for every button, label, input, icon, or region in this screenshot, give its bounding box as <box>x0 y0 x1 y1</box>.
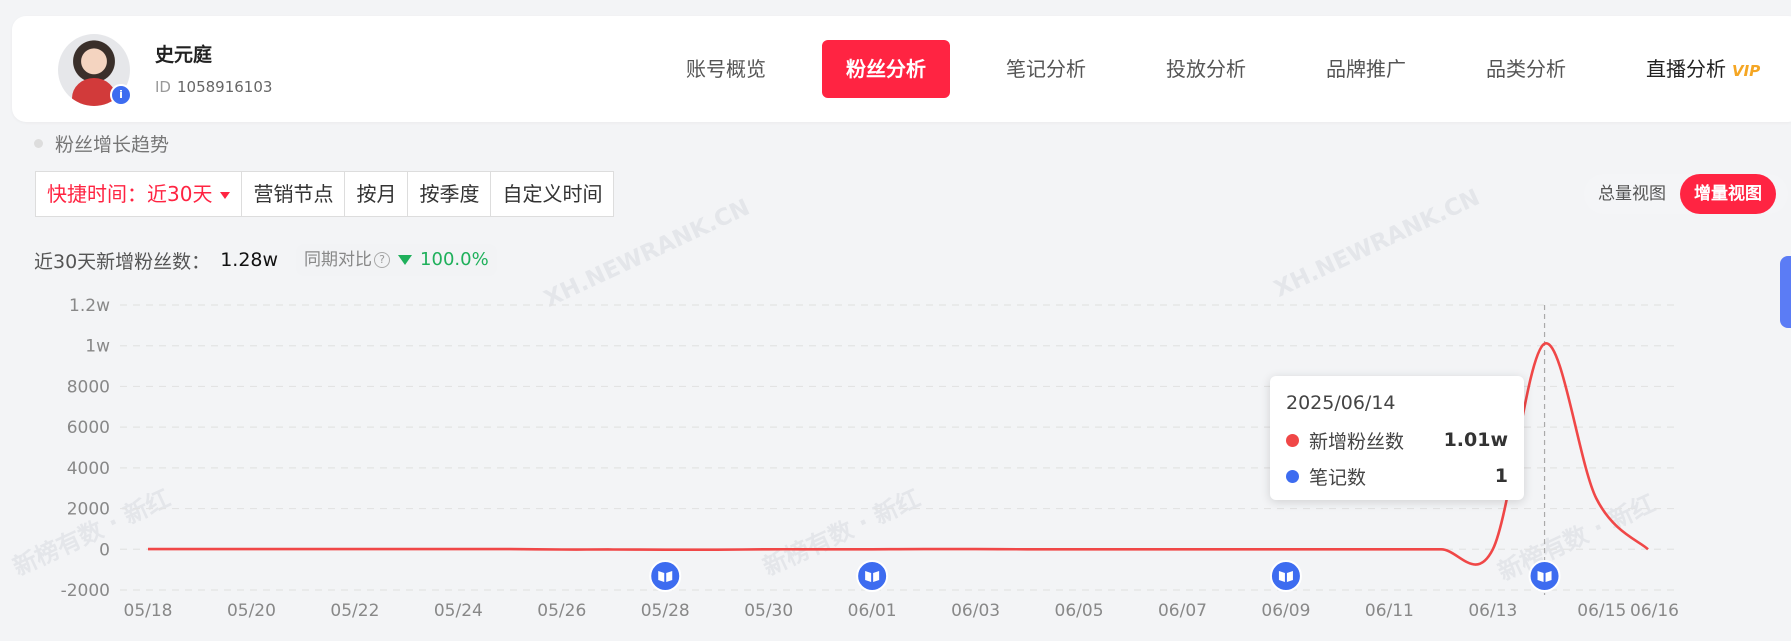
y-tick-label: 1.2w <box>69 296 110 316</box>
y-tick-label: 6000 <box>67 418 110 438</box>
note-marker-circle <box>856 560 889 592</box>
tooltip-series-name: 笔记数 <box>1309 466 1367 489</box>
verified-badge-icon: i <box>110 84 132 106</box>
account-id: ID 1058916103 <box>155 78 272 96</box>
y-tick-label: 0 <box>99 540 110 560</box>
x-tick-label: 06/03 <box>951 601 1000 621</box>
x-tick-label: 06/15 <box>1577 601 1626 621</box>
note-marker-icon <box>856 560 889 592</box>
x-tick-label: 05/30 <box>744 601 793 621</box>
note-marker-circle <box>1269 560 1302 592</box>
watermark-text: 新榜有数 · 新红 <box>1494 489 1660 586</box>
note-marker-icon <box>649 560 682 592</box>
x-tick-label: 05/28 <box>641 601 690 621</box>
y-tick-label: 2000 <box>67 500 110 520</box>
section-title-text: 粉丝增长趋势 <box>55 134 170 156</box>
filter-by-quarter[interactable]: 按季度 <box>408 172 492 216</box>
x-tick-label: 05/22 <box>330 601 379 621</box>
tooltip-row-notes: 笔记数 1 <box>1286 458 1508 494</box>
new-fans-label: 近30天新增粉丝数： <box>34 250 211 273</box>
x-tick-label: 06/07 <box>1158 601 1207 621</box>
x-tick-label: 05/20 <box>227 601 276 621</box>
tab-notes-analysis[interactable]: 笔记分析 <box>982 40 1110 98</box>
account-id-value: 1058916103 <box>176 78 273 96</box>
tooltip-date: 2025/06/14 <box>1286 392 1396 414</box>
y-tick-label: 8000 <box>67 377 110 397</box>
tab-account-overview[interactable]: 账号概览 <box>662 40 790 98</box>
caret-down-icon <box>220 192 231 199</box>
note-marker-circle <box>1528 560 1561 592</box>
note-marker-icon <box>1528 560 1561 592</box>
fans-stat-row: 近30天新增粉丝数： 1.28w 同期对比 ? 100.0% <box>34 244 497 276</box>
legend-dot-new-fans <box>1286 433 1299 447</box>
tooltip-row-new-fans: 新增粉丝数 1.01w <box>1286 422 1508 458</box>
tooltip-series-value: 1.01w <box>1443 429 1508 451</box>
note-marker-icon <box>1269 560 1302 592</box>
x-tick-label: 06/11 <box>1365 601 1414 621</box>
filter-marketing-nodes[interactable]: 营销节点 <box>242 172 346 216</box>
help-icon[interactable]: ? <box>374 252 391 268</box>
tab-live-analysis[interactable]: 直播分析 VIP <box>1622 40 1760 98</box>
tab-brand-promotion[interactable]: 品牌推广 <box>1302 40 1430 98</box>
account-id-label: ID <box>155 78 171 96</box>
filter-custom-time[interactable]: 自定义时间 <box>491 172 613 216</box>
tab-fans-analysis[interactable]: 粉丝分析 <box>822 40 950 98</box>
analysis-tabs: 账号概览 粉丝分析 笔记分析 投放分析 品牌推广 品类分析 直播分析 VIP <box>662 40 1760 98</box>
x-tick-label: 06/09 <box>1261 601 1310 621</box>
account-header: i 史元庭 ID 1058916103 账号概览 粉丝分析 笔记分析 投放分析 品… <box>12 16 1791 122</box>
note-marker-circle <box>649 560 682 592</box>
x-axis-ticks: 05/18 05/20 05/22 05/24 05/26 05/28 05/30 06/01… <box>124 601 1680 621</box>
tab-ads-analysis[interactable]: 投放分析 <box>1142 40 1270 98</box>
side-floating-tab[interactable] <box>1780 256 1791 328</box>
account-name: 史元庭 <box>155 44 213 66</box>
filter-by-month[interactable]: 按月 <box>345 172 409 216</box>
tab-live-analysis-label: 直播分析 <box>1646 57 1726 81</box>
tab-category-analysis[interactable]: 品类分析 <box>1462 40 1590 98</box>
vip-badge: VIP <box>1732 62 1761 80</box>
triangle-down-icon <box>398 255 413 265</box>
legend-dot-notes <box>1286 469 1299 483</box>
yoy-label: 同期对比 <box>304 250 373 270</box>
quick-time-label: 快捷时间：近30天 <box>47 182 213 206</box>
tooltip-series-value: 1 <box>1494 465 1508 487</box>
view-toggle: 总量视图 增量视图 <box>1584 174 1788 214</box>
y-tick-label: 1w <box>85 337 110 357</box>
x-tick-label: 06/05 <box>1055 601 1104 621</box>
x-tick-label: 05/26 <box>537 601 586 621</box>
increment-view-button[interactable]: 增量视图 <box>1680 174 1776 214</box>
x-tick-label: 06/13 <box>1468 601 1517 621</box>
yoy-badge: 同期对比 ? 100.0% <box>296 244 497 276</box>
x-tick-label: 06/16 <box>1630 601 1679 621</box>
bullet-dot-icon <box>34 139 43 148</box>
watermark-text: XH.NEWRANK.CN <box>1270 185 1484 303</box>
x-tick-label: 05/18 <box>124 601 173 621</box>
section-title: 粉丝增长趋势 <box>34 130 169 157</box>
yoy-value: 100.0% <box>420 249 489 270</box>
time-filter-group: 快捷时间：近30天 营销节点 按月 按季度 自定义时间 <box>35 171 615 217</box>
quick-time-dropdown[interactable]: 快捷时间：近30天 <box>36 172 243 216</box>
x-tick-label: 05/24 <box>434 601 483 621</box>
new-fans-value: 1.28w <box>220 249 279 271</box>
watermark-text: 新榜有数 · 新红 <box>759 484 925 581</box>
chart-tooltip: 2025/06/14 新增粉丝数 1.01w 笔记数 1 <box>1270 376 1524 500</box>
x-tick-label: 06/01 <box>848 601 897 621</box>
tooltip-series-name: 新增粉丝数 <box>1309 430 1405 453</box>
total-view-button[interactable]: 总量视图 <box>1584 174 1680 214</box>
y-tick-label: 4000 <box>67 459 110 479</box>
y-tick-label: -2000 <box>61 581 110 601</box>
